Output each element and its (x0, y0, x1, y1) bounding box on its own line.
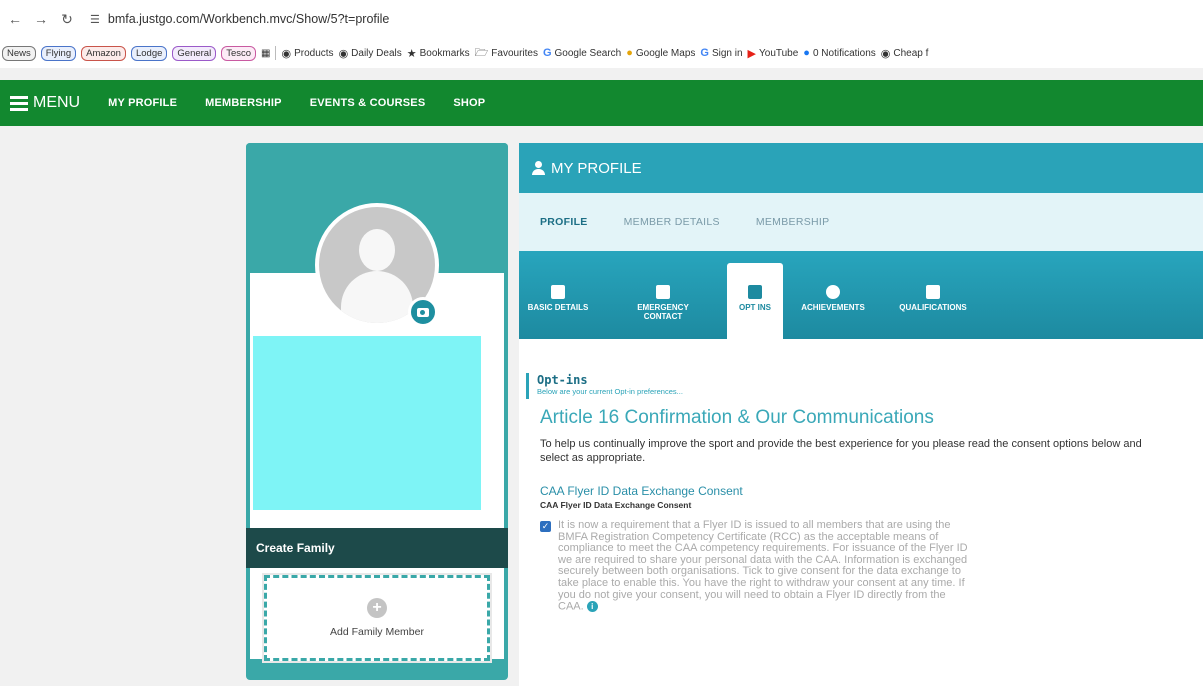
tab-group-general[interactable]: General (172, 45, 217, 61)
google-icon: G (542, 47, 552, 59)
tab-membership[interactable]: MEMBERSHIP (756, 216, 830, 228)
bookmark-label: Daily Deals (351, 47, 402, 59)
bookmark-label: Google Maps (635, 47, 696, 59)
tab-member-details[interactable]: MEMBER DETAILS (624, 216, 720, 228)
user-group-icon (551, 285, 565, 299)
subtab-label: QUALIFICATIONS (899, 303, 967, 312)
user-icon (531, 161, 545, 175)
subtab-emergency-contact[interactable]: EMERGENCY CONTACT (631, 271, 695, 339)
tab-group-lodge[interactable]: Lodge (130, 45, 168, 61)
subtab-label: EMERGENCY CONTACT (637, 303, 689, 321)
camera-icon[interactable] (408, 297, 438, 327)
plus-icon: + (367, 598, 387, 618)
bookmark-label: Cheap f (893, 47, 929, 59)
bookmark-label: 0 Notifications (812, 47, 876, 59)
create-family-header: Create Family (246, 528, 508, 568)
certificate-icon (926, 285, 940, 299)
bookmark-sign-in[interactable]: G Sign in (700, 47, 742, 59)
subtab-label: OPT INS (738, 303, 771, 312)
menu-button[interactable]: MENU (10, 93, 80, 114)
caa-consent-checkbox[interactable]: ✓ (540, 521, 551, 532)
tab-group-tesco[interactable]: Tesco (221, 45, 257, 61)
bookmark-label: Favourites (491, 47, 538, 59)
bookmark-products[interactable]: ◉ Products (281, 47, 333, 60)
caa-consent-text: It is now a requirement that a Flyer ID … (558, 519, 970, 613)
section-subtitle: Below are your current Opt-in preference… (537, 387, 683, 396)
site-navbar: MENU MY PROFILE MEMBERSHIP EVENTS & COUR… (0, 80, 1203, 126)
globe-icon: ◉ (281, 47, 292, 60)
sub-tabs: BASIC DETAILS EMERGENCY CONTACT OPT INS … (519, 251, 1203, 339)
page-title: MY PROFILE (519, 143, 1203, 193)
nav-link-membership[interactable]: MEMBERSHIP (205, 97, 282, 109)
add-family-member-button[interactable]: + Add Family Member (262, 573, 492, 663)
bookmark-google-search[interactable]: G Google Search (543, 47, 621, 59)
nav-link-events-courses[interactable]: EVENTS & COURSES (310, 97, 426, 109)
url-field[interactable]: ☰ bmfa.justgo.com/Workbench.mvc/Show/5?t… (90, 6, 389, 32)
subtab-opt-ins[interactable]: OPT INS (727, 263, 783, 339)
badge-icon (826, 285, 840, 299)
bookmark-google-maps[interactable]: ● Google Maps (626, 47, 695, 59)
contact-card-icon (656, 285, 670, 299)
globe-icon: ◉ (880, 47, 891, 60)
google-icon: G (700, 47, 709, 59)
caa-consent-subtitle: CAA Flyer ID Data Exchange Consent (540, 500, 692, 510)
forward-arrow-icon[interactable]: → (30, 8, 52, 30)
consent-body: It is now a requirement that a Flyer ID … (558, 519, 968, 613)
info-icon[interactable]: i (586, 601, 598, 613)
bookmark-label: Bookmarks (419, 47, 470, 59)
bookmark-separator (275, 46, 277, 60)
subtab-qualifications[interactable]: QUALIFICATIONS (885, 271, 981, 339)
bookmark-label: Google Search (554, 47, 622, 59)
opt-ins-heading: Opt-ins Below are your current Opt-in pr… (526, 373, 683, 399)
profile-side-panel: Create Family + Add Family Member (246, 143, 508, 680)
profile-main-panel: MY PROFILE PROFILE MEMBER DETAILS MEMBER… (519, 143, 1203, 686)
bookmark-label: Sign in (711, 47, 743, 59)
subtab-achievements[interactable]: ACHIEVEMENTS (787, 271, 879, 339)
main-tabs: PROFILE MEMBER DETAILS MEMBERSHIP (519, 193, 1203, 251)
tab-group-flying[interactable]: Flying (40, 45, 77, 61)
add-family-member-label: Add Family Member (330, 626, 424, 638)
menu-label: MENU (33, 94, 81, 111)
folder-icon: 🗁 (474, 46, 489, 59)
star-icon: ★ (406, 47, 417, 60)
bookmark-cheap[interactable]: ◉ Cheap f (881, 47, 929, 60)
nav-link-shop[interactable]: SHOP (453, 97, 485, 109)
tab-group-amazon[interactable]: Amazon (81, 45, 126, 61)
caa-consent-title: CAA Flyer ID Data Exchange Consent (540, 484, 743, 498)
bookmark-youtube[interactable]: ▶ YouTube (748, 47, 799, 60)
bookmarks-bar: News Flying Amazon Lodge General Tesco ▦… (0, 38, 1203, 68)
globe-icon: ◉ (338, 47, 349, 60)
subtab-label: BASIC DETAILS (527, 303, 589, 312)
subtab-basic-details[interactable]: BASIC DETAILS (525, 271, 591, 339)
section-title: Opt-ins (537, 373, 588, 387)
youtube-icon: ▶ (747, 47, 756, 60)
reload-icon[interactable]: ↻ (56, 8, 78, 30)
url-text: bmfa.justgo.com/Workbench.mvc/Show/5?t=p… (107, 12, 390, 26)
bookmark-favourites[interactable]: 🗁 Favourites (475, 44, 538, 63)
profile-info-block (253, 336, 481, 510)
facebook-icon: ● (803, 47, 810, 59)
browser-address-bar: ← → ↻ ☰ bmfa.justgo.com/Workbench.mvc/Sh… (0, 0, 1203, 38)
bookmark-bookmarks[interactable]: ★ Bookmarks (407, 47, 470, 60)
bookmark-label: Products (294, 47, 334, 59)
apps-grid-icon[interactable]: ▦ (261, 48, 270, 59)
back-arrow-icon[interactable]: ← (4, 8, 26, 30)
map-pin-icon: ● (626, 47, 633, 59)
page-title-text: MY PROFILE (551, 159, 642, 177)
site-settings-icon[interactable]: ☰ (90, 13, 100, 26)
hamburger-icon (10, 93, 28, 114)
opt-ins-content: Opt-ins Below are your current Opt-in pr… (519, 339, 1203, 686)
subtab-label: ACHIEVEMENTS (801, 303, 865, 312)
bookmark-notifications[interactable]: ● 0 Notifications (803, 47, 875, 59)
bookmark-label: YouTube (759, 47, 799, 59)
tab-profile[interactable]: PROFILE (540, 216, 588, 228)
checklist-icon (748, 285, 762, 299)
nav-link-my-profile[interactable]: MY PROFILE (108, 97, 177, 109)
bookmark-daily-deals[interactable]: ◉ Daily Deals (339, 47, 402, 60)
article-title: Article 16 Confirmation & Our Communicat… (540, 407, 934, 428)
tab-group-news[interactable]: News (2, 45, 36, 61)
intro-text: To help us continually improve the sport… (540, 438, 1142, 464)
